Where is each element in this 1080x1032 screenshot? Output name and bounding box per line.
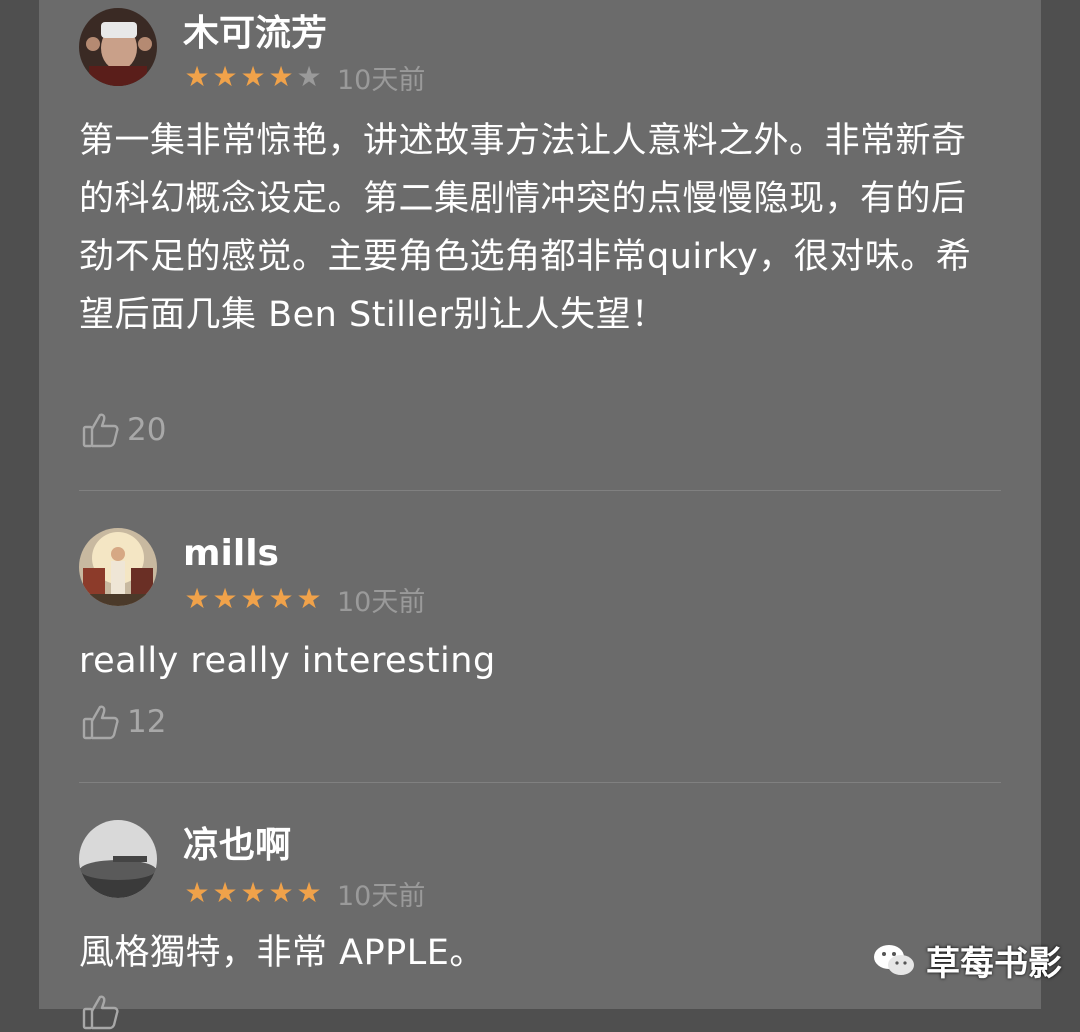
thumbs-up-icon <box>82 413 119 448</box>
star-icon: ★ <box>296 60 322 93</box>
star-icon: ★ <box>184 582 210 615</box>
review-meta: ★ ★ ★ ★ ★ 10天前 <box>183 582 426 618</box>
review-item: 木可流芳 ★ ★ ★ ★ ★ 10天前 第一集非常惊艳，讲述故事方法让人意料之外… <box>79 8 1001 468</box>
star-icon: ★ <box>184 60 210 93</box>
wechat-icon <box>874 944 914 975</box>
review-meta: ★ ★ ★ ★ ★ 10天前 <box>183 876 426 912</box>
star-icon: ★ <box>212 876 238 909</box>
divider <box>79 782 1001 783</box>
like-button[interactable]: 20 <box>81 410 166 450</box>
like-button[interactable] <box>81 992 127 1032</box>
star-icon: ★ <box>240 60 266 93</box>
star-rating: ★ ★ ★ ★ ★ <box>183 584 323 614</box>
like-count: 12 <box>127 704 167 740</box>
avatar[interactable] <box>79 8 157 86</box>
star-rating: ★ ★ ★ ★ ★ <box>183 878 323 908</box>
star-icon: ★ <box>296 876 322 909</box>
review-text: 風格獨特，非常 APPLE。 <box>79 933 485 973</box>
watermark-text: 草莓书影 <box>926 944 1062 984</box>
avatar[interactable] <box>79 820 157 898</box>
like-count: 20 <box>127 412 167 448</box>
review-item: 凉也啊 ★ ★ ★ ★ ★ 10天前 風格獨特，非常 APPLE。 <box>79 820 1001 1030</box>
star-icon: ★ <box>212 582 238 615</box>
watermark: 草莓书影 <box>872 936 1062 985</box>
reviews-panel: 木可流芳 ★ ★ ★ ★ ★ 10天前 第一集非常惊艳，讲述故事方法让人意料之外… <box>39 0 1041 1030</box>
star-icon: ★ <box>240 582 266 615</box>
divider <box>79 490 1001 491</box>
avatar[interactable] <box>79 528 157 606</box>
like-button[interactable]: 12 <box>81 702 166 742</box>
username[interactable]: mills <box>183 532 279 576</box>
username[interactable]: 木可流芳 <box>183 12 327 56</box>
thumbs-up-icon <box>82 995 119 1030</box>
star-rating: ★ ★ ★ ★ ★ <box>183 62 323 92</box>
star-icon: ★ <box>184 876 210 909</box>
star-icon: ★ <box>268 876 294 909</box>
review-time: 10天前 <box>337 880 426 912</box>
star-icon: ★ <box>268 60 294 93</box>
username[interactable]: 凉也啊 <box>183 824 291 868</box>
star-icon: ★ <box>296 582 322 615</box>
review-time: 10天前 <box>337 64 426 96</box>
star-icon: ★ <box>268 582 294 615</box>
review-text: really really interesting <box>79 641 496 681</box>
thumbs-up-icon <box>82 705 119 740</box>
review-item: mills ★ ★ ★ ★ ★ 10天前 really really inter… <box>79 528 1001 758</box>
star-icon: ★ <box>240 876 266 909</box>
star-icon: ★ <box>212 60 238 93</box>
review-text: 第一集非常惊艳，讲述故事方法让人意料之外。非常新奇的科幻概念设定。第二集剧情冲突… <box>79 121 972 335</box>
review-meta: ★ ★ ★ ★ ★ 10天前 <box>183 60 426 96</box>
review-time: 10天前 <box>337 586 426 618</box>
